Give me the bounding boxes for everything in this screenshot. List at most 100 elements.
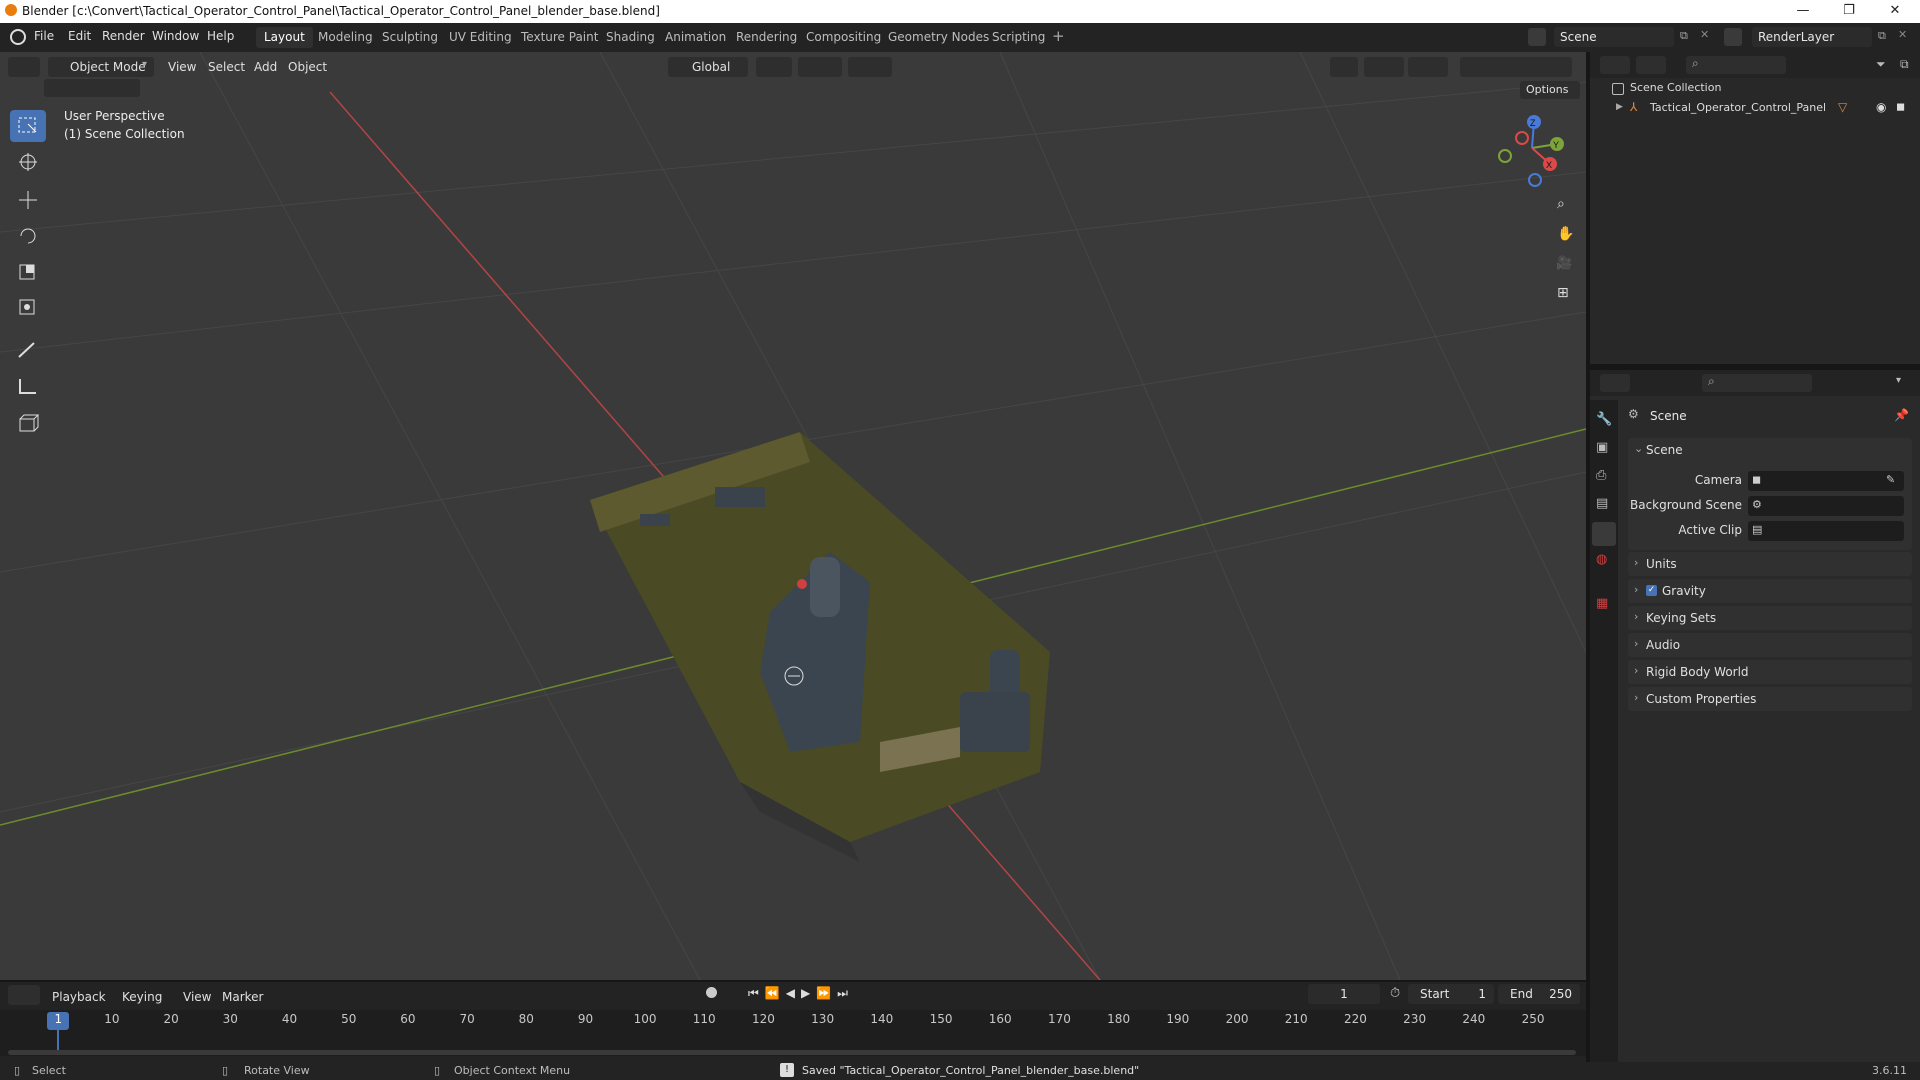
tool-scale[interactable] — [10, 256, 46, 288]
tool-add-cube[interactable] — [10, 408, 46, 440]
mode-select[interactable]: Object Mode ▾ — [48, 57, 154, 77]
menu-render[interactable]: Render — [102, 29, 145, 43]
pan-hand-icon[interactable]: ✋ — [1550, 222, 1576, 248]
navigation-gizmo[interactable]: Y X Z — [1492, 108, 1572, 188]
proportional-edit-icon[interactable] — [848, 57, 892, 77]
stopwatch-icon[interactable]: ⏱ — [1390, 986, 1400, 1001]
scene-tab-icon[interactable] — [1592, 522, 1616, 546]
eye-icon[interactable]: ◉ — [1876, 100, 1886, 114]
units-panel[interactable]: › Units — [1628, 552, 1912, 576]
timeline-scrollbar[interactable] — [8, 1050, 1576, 1055]
snap-icon[interactable] — [798, 57, 842, 77]
maximize-icon[interactable]: ❐ — [1826, 0, 1872, 23]
scene-name-field[interactable]: Scene — [1554, 27, 1674, 47]
editor-type-icon[interactable] — [8, 57, 40, 77]
eyedropper-icon[interactable]: ✎ — [1886, 473, 1895, 486]
selection-mode-buttons[interactable] — [44, 79, 140, 97]
tool-tab-icon[interactable]: 🔧 — [1596, 412, 1612, 427]
tab-shading[interactable]: Shading — [598, 27, 663, 48]
3d-viewport[interactable] — [0, 52, 1586, 980]
active-clip-field[interactable]: ▤ — [1748, 521, 1904, 541]
tab-animation[interactable]: Animation — [657, 27, 734, 48]
options-button[interactable]: Options — [1520, 81, 1580, 99]
menu-add[interactable]: Add — [254, 57, 277, 77]
end-frame-field[interactable]: End 250 — [1498, 984, 1580, 1004]
timeline-editor-type-icon[interactable] — [8, 985, 40, 1005]
tab-geometry-nodes[interactable]: Geometry Nodes — [880, 27, 997, 48]
outliner-search-input[interactable]: ⌕ — [1686, 56, 1786, 74]
pivot-icon[interactable] — [756, 57, 792, 77]
tool-transform[interactable] — [10, 292, 46, 324]
camera-field[interactable]: ◼ ✎ — [1748, 471, 1904, 491]
pin-icon[interactable]: 📌 — [1894, 408, 1909, 422]
tab-layout[interactable]: Layout — [256, 27, 313, 48]
close-icon[interactable]: ✕ — [1872, 0, 1918, 23]
menu-playback[interactable]: Playback — [52, 987, 106, 1007]
tab-texture-paint[interactable]: Texture Paint — [513, 27, 606, 48]
blender-menu-icon[interactable] — [10, 29, 26, 45]
menu-view[interactable]: View — [168, 57, 196, 77]
tool-cursor[interactable] — [10, 146, 46, 178]
background-scene-field[interactable]: ⚙ — [1748, 496, 1904, 516]
tab-uv-editing[interactable]: UV Editing — [441, 27, 520, 48]
tab-rendering[interactable]: Rendering — [728, 27, 805, 48]
tab-modeling[interactable]: Modeling — [310, 27, 381, 48]
menu-marker[interactable]: Marker — [222, 987, 263, 1007]
properties-search-input[interactable]: ⌕ — [1702, 374, 1812, 392]
menu-object[interactable]: Object — [288, 57, 327, 77]
area-divider[interactable] — [1590, 364, 1920, 370]
shading-modes[interactable] — [1460, 57, 1572, 77]
menu-window[interactable]: Window — [152, 29, 199, 43]
menu-select[interactable]: Select — [208, 57, 245, 77]
start-frame-field[interactable]: Start 1 — [1408, 984, 1494, 1004]
delete-view-layer-icon[interactable]: ✕ — [1898, 28, 1907, 41]
record-icon[interactable] — [706, 987, 717, 998]
gravity-panel[interactable]: › ✓ Gravity — [1628, 579, 1912, 603]
render-camera-icon[interactable]: ◼ — [1896, 100, 1905, 113]
output-tab-icon[interactable]: ⎙ — [1596, 468, 1606, 483]
tool-measure[interactable] — [10, 370, 46, 402]
new-collection-icon[interactable]: ⧉ — [1900, 57, 1909, 72]
menu-keying[interactable]: Keying — [122, 987, 162, 1007]
new-view-layer-icon[interactable]: ⧉ — [1878, 29, 1886, 43]
menu-edit[interactable]: Edit — [68, 29, 91, 43]
visibility-icon[interactable] — [1330, 57, 1358, 77]
tool-rotate[interactable] — [10, 220, 46, 252]
audio-panel[interactable]: › Audio — [1628, 633, 1912, 657]
view-layer-field[interactable]: RenderLayer — [1752, 27, 1872, 47]
properties-editor-type-icon[interactable] — [1600, 374, 1630, 392]
expand-arrow-icon[interactable]: ▶ — [1616, 102, 1623, 112]
texture-tab-icon[interactable]: ▦ — [1596, 596, 1608, 611]
world-tab-icon[interactable]: ◍ — [1596, 552, 1607, 567]
rigid-body-world-panel[interactable]: › Rigid Body World — [1628, 660, 1912, 684]
tab-compositing[interactable]: Compositing — [798, 27, 889, 48]
orientation-select[interactable]: Global — [668, 57, 748, 77]
tab-sculpting[interactable]: Sculpting — [374, 27, 446, 48]
tool-move[interactable] — [10, 184, 46, 216]
new-scene-icon[interactable]: ⧉ — [1680, 29, 1688, 43]
outliner-display-mode-icon[interactable] — [1636, 56, 1666, 74]
menu-timeline-view[interactable]: View — [183, 987, 211, 1007]
playback-controls-icon[interactable]: ⏮⏪◀▶⏩⏭ — [748, 986, 854, 1001]
perspective-grid-icon[interactable]: ⊞ — [1550, 282, 1576, 308]
current-frame-field[interactable]: 1 — [1308, 984, 1380, 1004]
outliner-editor-type-icon[interactable] — [1600, 56, 1630, 74]
overlay-toggle-icon[interactable] — [1408, 57, 1448, 77]
add-workspace-icon[interactable]: + — [1052, 27, 1065, 45]
area-divider[interactable] — [1586, 52, 1590, 1062]
menu-file[interactable]: File — [34, 29, 54, 43]
keying-sets-panel[interactable]: › Keying Sets — [1628, 606, 1912, 630]
menu-help[interactable]: Help — [207, 29, 234, 43]
zoom-icon[interactable]: ⌕ — [1550, 192, 1576, 218]
chevron-down-icon[interactable]: ▾ — [1896, 375, 1901, 386]
tool-annotate[interactable] — [10, 334, 46, 366]
filter-icon[interactable]: ⏷ — [1876, 57, 1886, 72]
outliner-item-label[interactable]: Tactical_Operator_Control_Panel — [1650, 101, 1826, 114]
view-layer-tab-icon[interactable]: ▤ — [1596, 496, 1608, 511]
camera-view-icon[interactable]: 🎥 — [1550, 252, 1576, 278]
area-divider[interactable] — [0, 980, 1586, 982]
delete-scene-icon[interactable]: ✕ — [1700, 28, 1709, 41]
chevron-down-icon[interactable]: ⌄ — [1634, 442, 1643, 455]
gizmo-toggle-icon[interactable] — [1364, 57, 1404, 77]
control-panel-model[interactable] — [590, 432, 1050, 862]
